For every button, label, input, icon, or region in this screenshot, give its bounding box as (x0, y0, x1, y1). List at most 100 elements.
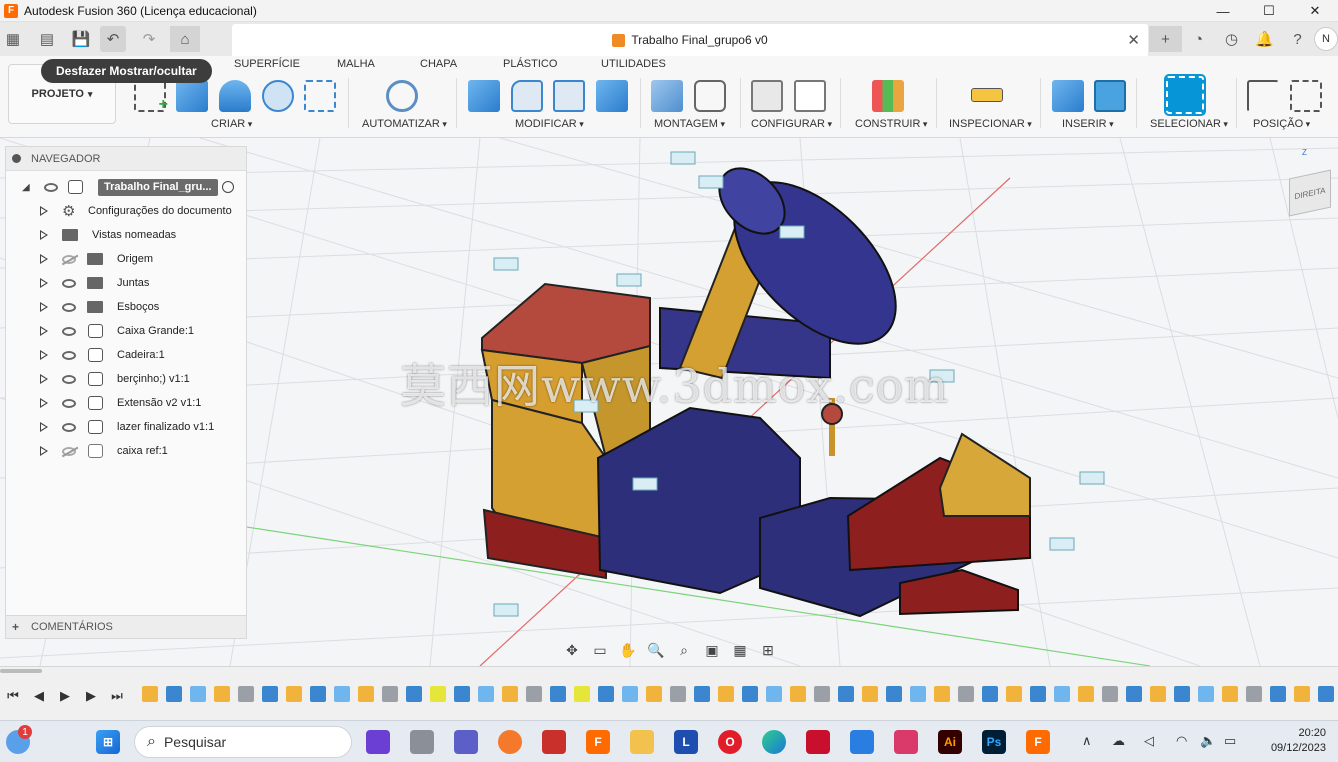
timeline-feature-icon[interactable] (598, 686, 614, 702)
timeline-feature-icon[interactable] (502, 686, 518, 702)
step-forward-icon[interactable]: ▶ (82, 687, 100, 705)
new-tab-icon[interactable]: + (1149, 26, 1182, 52)
zoom-icon[interactable]: 🔍 (644, 639, 668, 661)
timeline-feature-icon[interactable] (214, 686, 230, 702)
windows-start-icon[interactable]: ⊞ (96, 730, 120, 754)
activate-radio-icon[interactable] (222, 181, 234, 193)
measure-icon[interactable] (971, 88, 1003, 102)
fusion-active-icon[interactable]: F (1026, 730, 1050, 754)
volume-icon[interactable]: 🔈 (1200, 733, 1216, 749)
position-capture-icon[interactable] (1247, 80, 1279, 112)
chevron-up-icon[interactable]: ∧ (1082, 733, 1092, 749)
expand-arrow-icon[interactable] (40, 278, 48, 288)
tab-chapa[interactable]: CHAPA (420, 58, 457, 70)
l-app-icon[interactable]: L (674, 730, 698, 754)
timeline-feature-icon[interactable] (1222, 686, 1238, 702)
photoshop-icon[interactable]: Ps (982, 730, 1006, 754)
pan-hand-icon[interactable]: ✋ (616, 639, 640, 661)
document-tab[interactable]: Trabalho Final_grupo6 v0 ✕ (232, 24, 1148, 56)
joint-icon[interactable] (694, 80, 726, 112)
orbit-icon[interactable]: ✥ (560, 639, 584, 661)
group-posicao[interactable]: POSIÇÃO (1253, 118, 1310, 130)
minimize-icon[interactable]: — (1200, 0, 1246, 22)
grid-settings-icon[interactable]: ▦ (728, 639, 752, 661)
tree-item[interactable]: caixa ref:1 (6, 439, 246, 463)
look-at-icon[interactable]: ▭ (588, 639, 612, 661)
timeline-feature-icon[interactable] (742, 686, 758, 702)
timeline-feature-icon[interactable] (1006, 686, 1022, 702)
save-icon[interactable]: 💾 (68, 26, 94, 52)
tree-item[interactable]: Extensão v2 v1:1 (6, 391, 246, 415)
expand-panel-icon[interactable]: + (12, 621, 21, 633)
timeline-feature-icon[interactable] (1198, 686, 1214, 702)
zoom-window-icon[interactable]: ⌕ (672, 639, 696, 661)
timeline-feature-icon[interactable] (454, 686, 470, 702)
viewports-icon[interactable]: ⊞ (756, 639, 780, 661)
visibility-eye-icon[interactable] (44, 182, 58, 192)
creative-cloud-icon[interactable] (894, 730, 918, 754)
timeline-feature-icon[interactable] (382, 686, 398, 702)
data-panel-grid-icon[interactable]: ▦ (0, 26, 26, 52)
combine-icon[interactable] (596, 80, 628, 112)
timeline-scrollbar[interactable] (0, 669, 42, 673)
clipchamp-icon[interactable] (366, 730, 390, 754)
tree-root[interactable]: ◢ Trabalho Final_gru... (6, 175, 246, 199)
expand-arrow-icon[interactable] (40, 422, 48, 432)
job-status-icon[interactable]: ◷ (1215, 26, 1248, 52)
file-menu-icon[interactable]: ▤ (34, 26, 60, 52)
browser-header[interactable]: NAVEGADOR (6, 147, 246, 171)
timeline-feature-icon[interactable] (766, 686, 782, 702)
timeline-feature-icon[interactable] (622, 686, 638, 702)
parameters-icon[interactable] (751, 80, 783, 112)
illustrator-icon[interactable]: Ai (938, 730, 962, 754)
hidden-eye-icon[interactable] (62, 446, 76, 456)
timeline-feature-icon[interactable] (526, 686, 542, 702)
app-icon[interactable] (542, 730, 566, 754)
group-inspecionar[interactable]: INSPECIONAR (949, 118, 1032, 130)
visibility-eye-icon[interactable] (62, 278, 76, 288)
revolve-icon[interactable] (219, 80, 251, 112)
tree-item[interactable]: Cadeira:1 (6, 343, 246, 367)
wifi-icon[interactable]: ◠ (1176, 733, 1187, 749)
timeline-feature-icon[interactable] (646, 686, 662, 702)
tab-utilidades[interactable]: UTILIDADES (601, 58, 666, 70)
group-modificar[interactable]: MODIFICAR (515, 118, 584, 130)
tree-item[interactable]: lazer finalizado v1:1 (6, 415, 246, 439)
group-construir[interactable]: CONSTRUIR (855, 118, 927, 130)
press-pull-icon[interactable] (468, 80, 500, 112)
fusion-taskbar-icon[interactable]: F (586, 730, 610, 754)
timeline-feature-icon[interactable] (1246, 686, 1262, 702)
timeline-feature-icon[interactable] (694, 686, 710, 702)
play-icon[interactable]: ▶ (56, 687, 74, 705)
tab-malha[interactable]: MALHA (337, 58, 375, 70)
timeline-feature-icon[interactable] (358, 686, 374, 702)
mcafee-icon[interactable] (806, 730, 830, 754)
extrude-icon[interactable] (176, 80, 208, 112)
group-inserir[interactable]: INSERIR (1062, 118, 1114, 130)
comments-panel[interactable]: + COMENTÁRIOS (5, 615, 247, 639)
timeline-feature-icon[interactable] (142, 686, 158, 702)
tree-item[interactable]: Esboços (6, 295, 246, 319)
tab-superficie[interactable]: SUPERFÍCIE (234, 58, 300, 70)
timeline-feature-icon[interactable] (958, 686, 974, 702)
timeline-feature-icon[interactable] (1294, 686, 1310, 702)
automate-icon[interactable] (386, 80, 418, 112)
close-tab-icon[interactable]: ✕ (1127, 31, 1140, 49)
onedrive-cloud-icon[interactable]: ☁ (1112, 733, 1125, 749)
group-selecionar[interactable]: SELECIONAR (1150, 118, 1228, 130)
expand-arrow-icon[interactable] (40, 230, 48, 240)
edge-icon[interactable] (762, 730, 786, 754)
expand-arrow-icon[interactable] (40, 326, 48, 336)
visibility-eye-icon[interactable] (62, 302, 76, 312)
go-to-start-icon[interactable]: ⏮ (4, 687, 22, 705)
help-icon[interactable]: ? (1281, 26, 1314, 52)
timeline-feature-icon[interactable] (790, 686, 806, 702)
taskbar-clock[interactable]: 20:20 09/12/2023 (1271, 726, 1326, 756)
go-to-end-icon[interactable]: ⏭ (108, 687, 126, 705)
redo-icon[interactable]: ↷ (136, 26, 162, 52)
timeline-feature-icon[interactable] (286, 686, 302, 702)
timeline-feature-icon[interactable] (1054, 686, 1070, 702)
new-component-icon[interactable] (651, 80, 683, 112)
battery-icon[interactable]: ▭ (1224, 733, 1236, 749)
shell-icon[interactable] (553, 80, 585, 112)
